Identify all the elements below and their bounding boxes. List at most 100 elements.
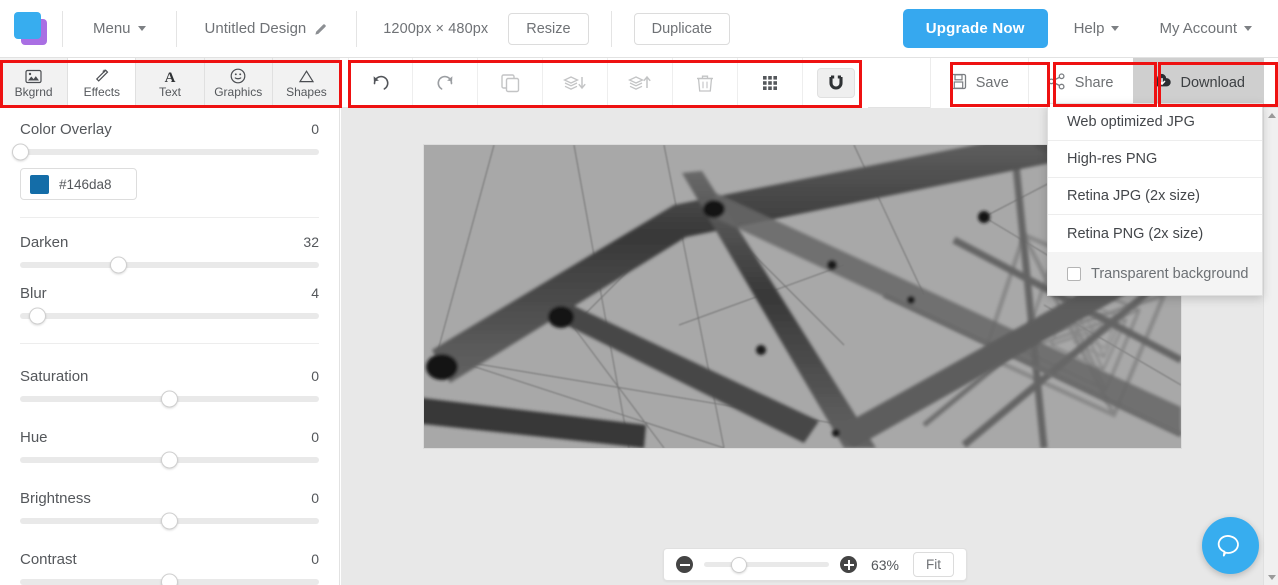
triangle-icon [298, 67, 315, 85]
darken-slider[interactable] [20, 256, 319, 274]
saturation-slider[interactable] [20, 390, 319, 408]
blur-slider[interactable] [20, 307, 319, 325]
snap-active-pill [816, 68, 855, 98]
menu-item-high-res-png[interactable]: High-res PNG [1048, 141, 1262, 178]
sidebar-item-bkgrnd[interactable]: Bkgrnd [0, 58, 69, 108]
save-button[interactable]: Save [929, 58, 1029, 108]
panel-divider [20, 217, 319, 218]
page-scrollbar[interactable] [1263, 108, 1278, 585]
design-title-button[interactable]: Untitled Design [177, 0, 357, 58]
help-chat-button[interactable] [1202, 517, 1259, 574]
sidebar-item-label: Graphics [214, 85, 263, 99]
menu-item-web-optimized-jpg[interactable]: Web optimized JPG [1048, 104, 1262, 141]
control-label: Saturation [20, 368, 89, 385]
transparent-background-option[interactable]: Transparent background [1048, 252, 1262, 295]
scroll-down-button[interactable] [1264, 570, 1278, 585]
slider-handle[interactable] [161, 390, 178, 408]
overlay-color-picker[interactable]: #146da8 [20, 168, 137, 200]
caret-up-icon [1267, 113, 1276, 118]
slider-handle[interactable] [161, 512, 178, 530]
logo-square-blue [14, 11, 41, 39]
control-label: Hue [20, 429, 48, 446]
undo-button[interactable] [348, 58, 413, 108]
menu-item-retina-png[interactable]: Retina PNG (2x size) [1048, 215, 1262, 252]
sidebar-item-graphics[interactable]: Graphics [204, 58, 273, 108]
slider-handle[interactable] [29, 307, 47, 325]
sidebar-item-effects[interactable]: Effects [68, 58, 137, 108]
brightness-slider[interactable] [20, 512, 319, 530]
zoom-in-button[interactable] [840, 556, 857, 573]
action-button-group: Save Share Download [929, 58, 1264, 108]
zoom-slider[interactable] [704, 556, 829, 573]
sidebar-item-shapes[interactable]: Shapes [272, 58, 341, 108]
download-label: Download [1180, 75, 1246, 91]
pencil-icon [314, 22, 328, 36]
duplicate-button[interactable] [478, 58, 543, 108]
slider-handle[interactable] [161, 573, 178, 585]
save-label: Save [975, 75, 1009, 91]
zoom-slider-handle[interactable] [731, 556, 747, 573]
caret-down-icon [1267, 575, 1276, 580]
control-header: Hue 0 [20, 416, 319, 446]
resize-button[interactable]: Resize [508, 12, 589, 45]
control-header: Color Overlay 0 [20, 108, 319, 138]
app-root: Menu Untitled Design 1200px × 480px Resi… [0, 0, 1278, 585]
zoom-out-button[interactable] [676, 556, 693, 573]
chat-bubble-icon [1217, 534, 1239, 556]
control-header: Blur 4 [20, 272, 319, 302]
control-brightness: Brightness 0 [0, 463, 339, 530]
account-menu-button[interactable]: My Account [1145, 0, 1278, 58]
fit-button[interactable]: Fit [913, 552, 954, 577]
checkbox-icon[interactable] [1067, 266, 1081, 281]
control-header: Saturation 0 [20, 355, 319, 385]
slider-handle[interactable] [11, 143, 29, 161]
header-divider [610, 10, 612, 47]
layers-up-icon [628, 75, 651, 90]
sidebar-item-text[interactable]: A Text [136, 58, 205, 108]
control-darken: Darken 32 [0, 221, 339, 274]
snap-button[interactable] [803, 58, 868, 108]
delete-button[interactable] [673, 58, 738, 108]
control-label: Contrast [20, 551, 77, 568]
panel-divider [20, 343, 319, 344]
duplicate-design-button[interactable]: Duplicate [633, 12, 731, 45]
app-logo[interactable] [0, 0, 62, 58]
account-label: My Account [1159, 20, 1237, 37]
download-format-menu: Web optimized JPG High-res PNG Retina JP… [1047, 103, 1263, 296]
letter-a-icon: A [162, 67, 178, 85]
overlay-color-row: #146da8 [0, 155, 339, 200]
send-backward-button[interactable] [543, 58, 608, 108]
edit-toolbar [348, 58, 868, 108]
transparent-background-label: Transparent background [1091, 265, 1249, 282]
share-label: Share [1074, 75, 1114, 91]
smiley-icon [230, 67, 246, 85]
share-button[interactable]: Share [1028, 58, 1133, 108]
slider-handle[interactable] [110, 256, 128, 274]
chevron-down-icon [137, 26, 146, 31]
grid-icon [763, 76, 777, 90]
slider-handle[interactable] [161, 451, 178, 469]
scroll-up-button[interactable] [1264, 108, 1278, 123]
bring-forward-button[interactable] [608, 58, 673, 108]
layers-down-icon [563, 75, 586, 90]
control-header: Brightness 0 [20, 477, 319, 507]
sidebar-item-label: Text [159, 85, 182, 99]
control-label: Blur [20, 285, 47, 302]
control-color-overlay: Color Overlay 0 [0, 108, 339, 161]
grid-button[interactable] [738, 58, 803, 108]
contrast-slider[interactable] [20, 573, 319, 585]
redo-button[interactable] [413, 58, 478, 108]
menu-button[interactable]: Menu [63, 0, 176, 58]
control-value: 0 [311, 368, 319, 384]
hue-slider[interactable] [20, 451, 319, 469]
help-menu-button[interactable]: Help [1048, 0, 1146, 58]
panel-tab-bar: Bkgrnd Effects A Text Graphics Shapes [0, 58, 341, 108]
color-overlay-slider[interactable] [11, 143, 319, 161]
menu-item-retina-jpg[interactable]: Retina JPG (2x size) [1048, 178, 1262, 215]
sidebar-item-label: Bkgrnd [14, 85, 53, 99]
upgrade-now-button[interactable]: Upgrade Now [902, 9, 1048, 48]
control-value: 32 [303, 234, 319, 250]
control-value: 4 [311, 285, 319, 301]
download-button[interactable]: Download [1132, 58, 1264, 108]
image-icon [25, 67, 42, 85]
